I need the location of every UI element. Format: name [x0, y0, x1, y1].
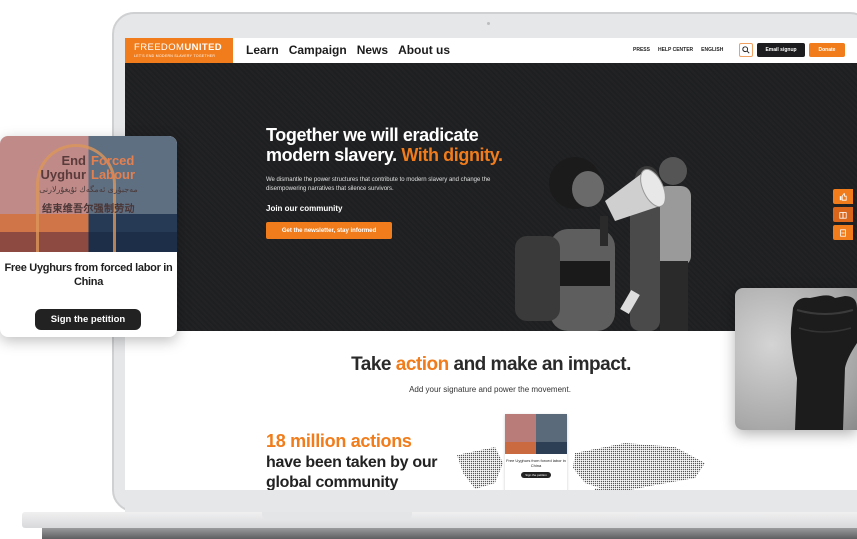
side-tab-like[interactable]	[833, 189, 853, 204]
nav-link-about[interactable]: About us	[398, 43, 450, 57]
raised-fist-illustration	[790, 295, 857, 430]
join-heading: Join our community	[266, 204, 343, 213]
protest-photo	[515, 157, 691, 331]
laptop-camera	[487, 22, 490, 25]
sign-petition-button[interactable]: Sign the petition	[35, 309, 141, 330]
nav-link-learn[interactable]: Learn	[246, 43, 279, 57]
util-link-press[interactable]: PRESS	[633, 47, 650, 53]
newsletter-button[interactable]: Get the newsletter, stay informed	[266, 222, 392, 239]
action-heading-start: Take	[351, 354, 396, 375]
logo-bold: UNITED	[184, 42, 223, 53]
hero-title: Together we will eradicate modern slaver…	[266, 125, 526, 165]
side-tab-document[interactable]	[833, 225, 853, 240]
book-icon	[839, 211, 847, 219]
document-icon	[840, 228, 846, 237]
logo-tagline: LET'S END MODERN SLAVERY TOGETHER	[134, 54, 216, 58]
mini-petition-card[interactable]: Free Uyghurs from forced labor in China …	[505, 414, 567, 490]
util-link-help-center[interactable]: HELP CENTER	[658, 47, 693, 53]
main-nav: Learn Campaign News About us	[246, 43, 450, 57]
action-heading-end: and make an impact.	[448, 354, 631, 375]
actions-description: have been taken by our global community	[266, 454, 438, 490]
nav-link-campaign[interactable]: Campaign	[289, 43, 347, 57]
petition-card[interactable]: End Uyghur Forced Labour مەجبۇرى ئەمگەك …	[0, 136, 177, 337]
laptop-notch	[262, 512, 412, 520]
mini-sign-button[interactable]: Sign the petition	[521, 472, 551, 478]
search-icon	[742, 46, 750, 54]
petition-image: End Uyghur Forced Labour مەجبۇرى ئەمگەك …	[0, 136, 177, 252]
hero-description: We dismantle the power structures that c…	[266, 177, 491, 192]
site-header: FREEDOMUNITED LET'S END MODERN SLAVERY T…	[125, 38, 857, 63]
laptop-bezel-bottom	[125, 490, 857, 512]
image-text-chinese: 结束维吾尔强制劳动	[42, 204, 135, 215]
laptop-base	[22, 512, 857, 528]
mini-petition-image	[505, 414, 567, 454]
image-text-forced-labour: Forced Labour	[91, 153, 136, 182]
image-text-end-uyghur: End Uyghur	[40, 153, 87, 182]
side-tabs	[833, 189, 853, 240]
image-text-uyghur-script: مەجبۇرى ئەمگەك ئۇيغۇرلارنى	[39, 185, 138, 194]
side-tab-learn[interactable]	[833, 207, 853, 222]
search-button[interactable]	[739, 43, 753, 57]
utility-nav: PRESS HELP CENTER ENGLISH	[633, 47, 723, 53]
thumbs-up-icon	[839, 192, 847, 201]
email-signup-button[interactable]: Email signup	[757, 43, 805, 57]
raised-fist-photo	[735, 288, 857, 430]
actions-count: 18 million actions	[266, 431, 412, 451]
donate-button[interactable]: Donate	[809, 43, 845, 57]
world-map	[457, 443, 705, 490]
action-heading-accent: action	[395, 354, 449, 375]
logo-light: FREEDOM	[134, 42, 185, 53]
petition-title: Free Uyghurs from forced labor in China	[4, 262, 173, 288]
laptop-base-edge	[42, 528, 857, 539]
nav-link-news[interactable]: News	[357, 43, 388, 57]
site-logo[interactable]: FREEDOMUNITED LET'S END MODERN SLAVERY T…	[125, 38, 233, 63]
util-link-language[interactable]: ENGLISH	[701, 47, 723, 53]
hero-title-accent: With dignity.	[401, 145, 503, 165]
marketing-showcase: FREEDOMUNITED LET'S END MODERN SLAVERY T…	[0, 0, 857, 539]
mini-petition-title: Free Uyghurs from forced labor in China	[506, 458, 566, 468]
